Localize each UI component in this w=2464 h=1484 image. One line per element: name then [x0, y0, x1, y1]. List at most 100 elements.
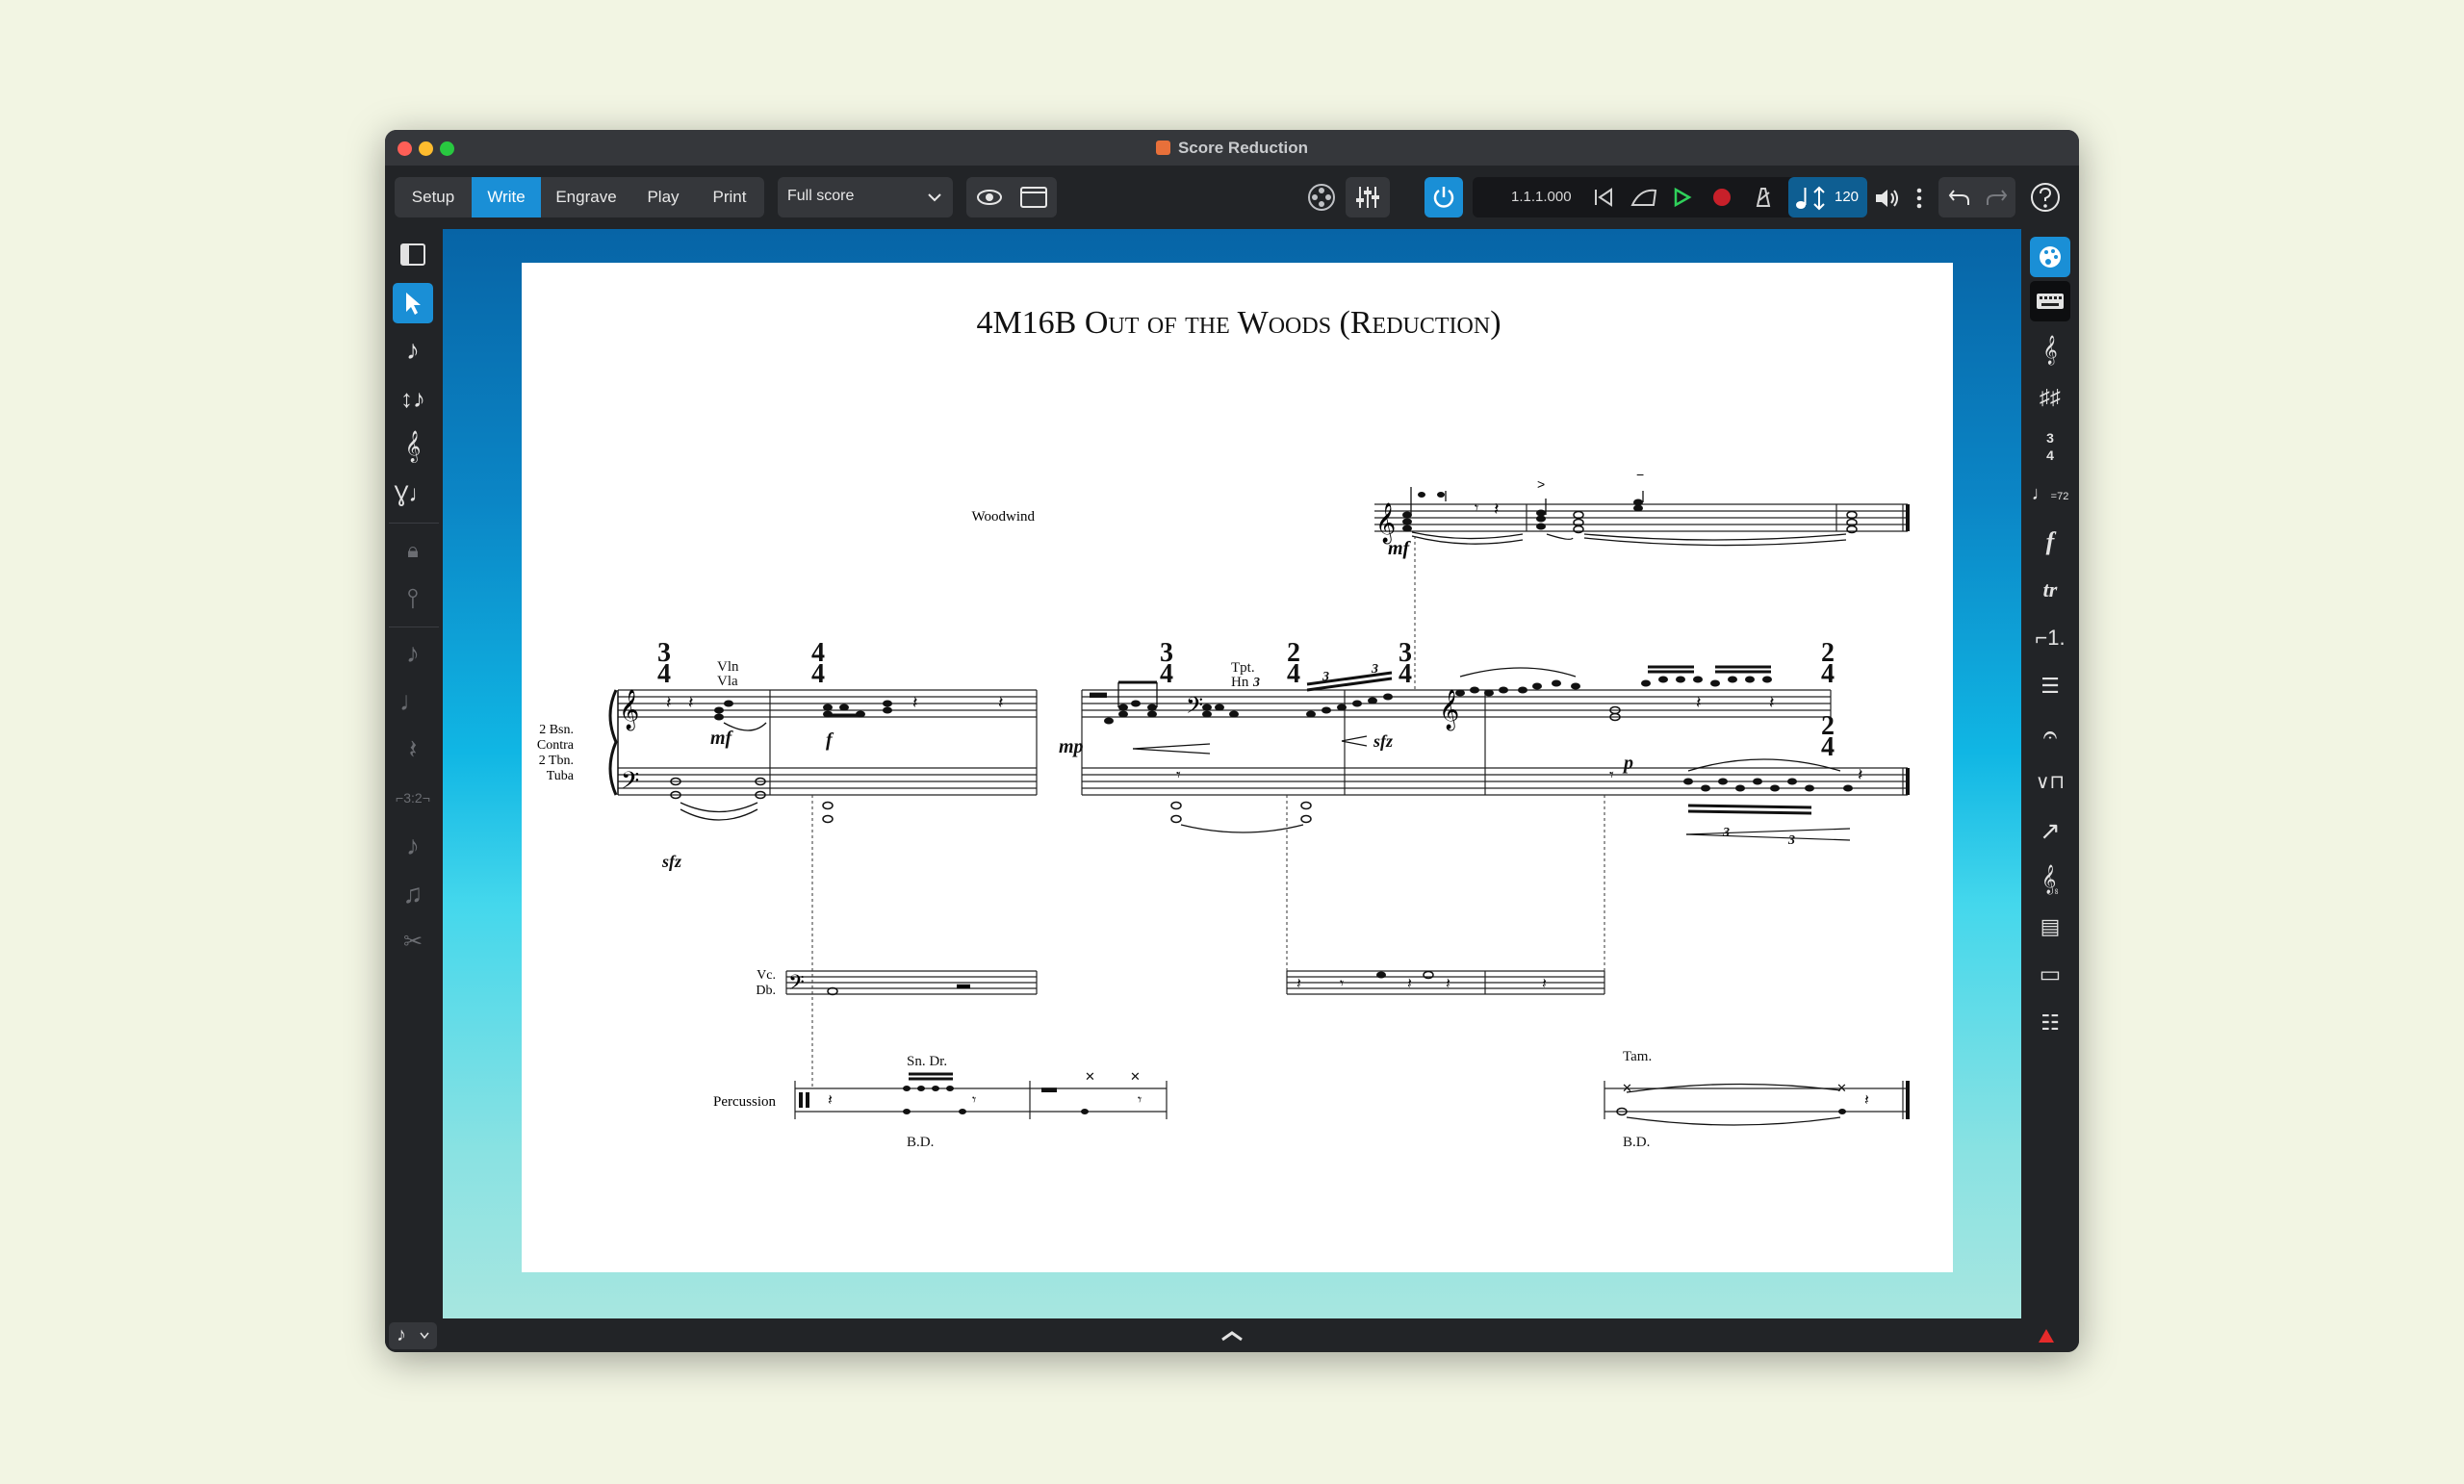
anno-tam: Tam.	[1623, 1049, 1652, 1064]
key-signature-icon[interactable]: ♯♯	[2030, 377, 2070, 418]
tuplet-icon[interactable]: ⌐3:2¬	[393, 778, 433, 818]
tempo-icon[interactable]: ♩=72	[2030, 473, 2070, 514]
ts1-den: 4	[657, 659, 671, 689]
ornaments-icon[interactable]: tr	[2030, 570, 2070, 610]
app-logo-icon	[1155, 141, 1170, 155]
anno-vla: Vla	[717, 674, 738, 689]
anno-vln: Vln	[717, 659, 739, 675]
svg-text:▬: ▬	[1041, 1080, 1057, 1096]
notes-toolbox: ♪ ↕♪ 𝄞 Ɣ♩ 🔒︎ ⫯ ♪ ♩ 𝄽 ⌐3:2¬ ♪ ♫ ✂	[385, 229, 443, 1318]
slur-icon[interactable]: ♩	[393, 681, 433, 722]
caret-duration-button[interactable]: ♪	[389, 1322, 437, 1349]
woodwind-rest-2: 𝄽	[1494, 499, 1500, 519]
svg-text:𝄽: 𝄽	[688, 693, 694, 712]
tempo-display[interactable]: 120	[1788, 177, 1867, 217]
power-icon	[1433, 187, 1454, 208]
time-signature-icon[interactable]: 34	[2030, 425, 2070, 466]
tie-icon[interactable]: ♫	[393, 874, 433, 914]
tempo-value: 120	[1835, 189, 1860, 205]
force-pitch-icon[interactable]: ⫯	[393, 578, 433, 619]
score-title: 4M16B Out of the Woods (Reduction)	[976, 305, 1501, 341]
repeat-icon[interactable]: ⌐1.	[2030, 618, 2070, 658]
svg-text:✕: ✕	[1085, 1069, 1095, 1084]
mixer-button[interactable]	[1346, 177, 1390, 217]
svg-text:𝄾: 𝄾	[1609, 765, 1614, 784]
svg-text:𝄾: 𝄾	[1138, 1092, 1142, 1109]
playing-hints-icon[interactable]: 𝄠	[2030, 858, 2070, 899]
warning-icon[interactable]	[2038, 1328, 2055, 1343]
woodwind-rest: 𝄾	[1475, 500, 1478, 517]
svg-text:𝄾: 𝄾	[972, 1092, 976, 1109]
layout-select-value: Full score	[787, 188, 855, 204]
chord-input-icon[interactable]: 𝄞	[393, 426, 433, 467]
chevron-up-icon[interactable]	[1220, 1330, 1244, 1342]
insert-mode-icon[interactable]: ↕♪	[393, 378, 433, 419]
ts5-den: 4	[1399, 659, 1412, 689]
lock-duration-icon[interactable]: 🔒︎	[393, 530, 433, 571]
keyboard-icon[interactable]	[2030, 281, 2070, 321]
play-icon[interactable]	[1671, 187, 1692, 208]
mode-setup-tab[interactable]: Setup	[395, 177, 472, 217]
anno-bd-1: B.D.	[907, 1135, 934, 1150]
grace-note-icon[interactable]: ♪	[393, 826, 433, 866]
redo-icon[interactable]	[1985, 187, 2008, 208]
lower-staff	[618, 767, 1908, 796]
rewind-icon[interactable]	[1592, 187, 1615, 208]
time-signatures: 3 4 4 4 3 4 2 4 3 4 2 4 2 4	[657, 638, 1835, 762]
svg-text:𝄾: 𝄾	[1176, 765, 1181, 784]
svg-text:𝄽: 𝄽	[912, 693, 918, 712]
svg-text:𝄽: 𝄽	[1864, 1092, 1869, 1109]
palette-tool[interactable]	[2030, 237, 2070, 277]
undo-icon[interactable]	[1948, 187, 1971, 208]
keyboard-glyph	[2037, 294, 2064, 309]
mode-print-tab[interactable]: Print	[695, 177, 764, 217]
dyn-sfz-2: sfz	[1373, 731, 1393, 751]
film-reel-icon[interactable]	[1305, 181, 1338, 214]
staff-label-db: Db.	[756, 984, 776, 998]
select-tool[interactable]	[393, 283, 433, 323]
voice-icon[interactable]: Ɣ♩	[393, 474, 433, 515]
help-icon[interactable]	[2029, 181, 2062, 214]
layout-select[interactable]: Full score	[778, 177, 953, 217]
mode-switcher: Setup Write Engrave Play Print	[395, 177, 764, 217]
note-input-icon[interactable]: ♪	[393, 330, 433, 371]
page-view-icon[interactable]	[1018, 183, 1049, 212]
bars-icon[interactable]: ☰	[2030, 666, 2070, 706]
scissors-icon[interactable]: ✂	[393, 922, 433, 962]
vcdb-bass-clef: 𝄢	[788, 971, 805, 1000]
speaker-icon[interactable]	[1873, 187, 1902, 210]
grand-annotations: Vln Vla Tpt. Hn	[717, 659, 1255, 690]
staff-label-bsn: 2 Bsn.	[539, 723, 574, 737]
playing-techniques-icon[interactable]: ∨⊓	[2030, 762, 2070, 803]
cues-icon[interactable]: ▤	[2030, 907, 2070, 947]
activate-project-button[interactable]	[1424, 177, 1463, 217]
holds-icon[interactable]: 𝄐	[2030, 714, 2070, 755]
mode-write-tab[interactable]: Write	[472, 177, 541, 217]
staff-label-woodwind: Woodwind	[972, 509, 1036, 525]
metronome-click-icon[interactable]	[1630, 187, 1657, 208]
rest-input-icon[interactable]: ♪	[393, 633, 433, 674]
mode-play-tab[interactable]: Play	[631, 177, 695, 217]
record-icon[interactable]	[1711, 187, 1732, 208]
svg-text:𝄽: 𝄽	[666, 693, 672, 712]
comments-icon[interactable]: ▭	[2030, 955, 2070, 995]
eye-icon[interactable]	[974, 183, 1005, 212]
grand-lower-notes	[670, 777, 1853, 824]
lines-icon[interactable]: ↗	[2030, 810, 2070, 851]
svg-text:✕: ✕	[1130, 1069, 1141, 1084]
mode-engrave-tab[interactable]: Engrave	[541, 177, 631, 217]
metronome-icon[interactable]	[1752, 187, 1773, 208]
grand-staff-brace	[608, 689, 618, 796]
anno-bd-2: B.D.	[1623, 1135, 1650, 1150]
dynamics-icon[interactable]: f	[2030, 522, 2070, 562]
panel-toggle-icon[interactable]	[398, 241, 429, 269]
dotted-note-icon[interactable]: 𝄽	[393, 729, 433, 770]
clef-icon[interactable]: 𝄞	[2030, 329, 2070, 370]
properties-list-icon[interactable]: ☷	[2030, 1003, 2070, 1043]
lower-bass-clef: 𝄢	[621, 767, 639, 801]
panels-toolbar: 𝄞 ♯♯ 34 ♩=72 f tr ⌐1. ☰ 𝄐 ∨⊓ ↗ 𝄠 ▤ ▭ ☷	[2021, 229, 2079, 1318]
palette-icon	[2040, 246, 2061, 268]
score-page: 4M16B Out of the Woods (Reduction) Woodw…	[522, 263, 1953, 1272]
more-vertical-icon[interactable]	[1915, 187, 1923, 210]
upper-treble-clef-2: 𝄞	[1439, 689, 1459, 730]
